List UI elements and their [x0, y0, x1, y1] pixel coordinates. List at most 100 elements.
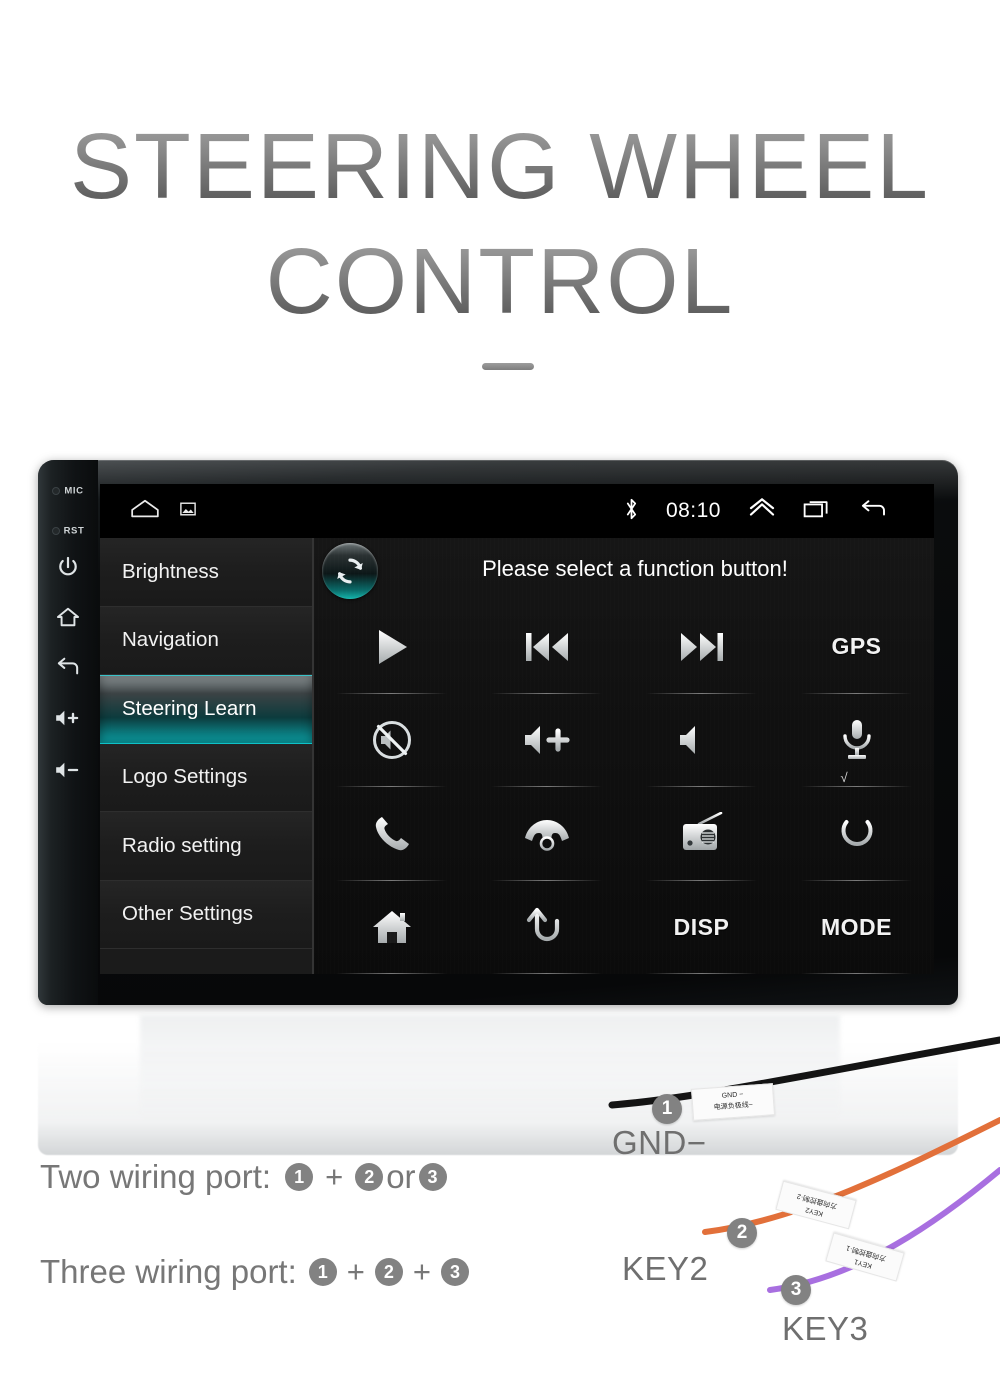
sync-refresh-button[interactable] — [322, 543, 378, 599]
bezel-back-button[interactable] — [38, 656, 98, 678]
two-port-badge-3: 3 — [418, 1163, 447, 1191]
volume-up-button[interactable] — [469, 694, 624, 788]
screen-content: Brightness Navigation Steering Learn Log… — [100, 538, 934, 974]
volume-down-icon — [56, 762, 79, 778]
mic-hole-icon — [52, 486, 61, 495]
mic-port: MIC — [38, 482, 98, 500]
next-icon — [680, 632, 723, 661]
two-port-badge-2: 2 — [355, 1163, 384, 1191]
volume-down-icon — [679, 726, 725, 755]
back-button[interactable] — [469, 881, 624, 975]
volume-up-icon — [56, 710, 79, 726]
device-screen: 08:10 Brightness Navigation Steering Lea… — [100, 484, 934, 974]
microphone-button[interactable]: √ — [779, 694, 934, 788]
three-wiring-port-row: Three wiring port: 1 + 2 + 3 — [40, 1253, 469, 1291]
sidebar-item-label: Steering Learn — [122, 697, 257, 721]
two-wiring-port-row: Two wiring port: 1 + 2 or 3 — [40, 1158, 447, 1196]
sidebar-item-label: Brightness — [122, 559, 219, 583]
two-port-operator-1: + — [325, 1159, 344, 1194]
sidebar-item-logo-settings[interactable]: Logo Settings — [100, 743, 312, 812]
wire-number-2: 2 — [727, 1218, 757, 1248]
power-button[interactable] — [779, 787, 934, 881]
device-body: MIC RST 08:10 Brightness Navigation Stee… — [38, 460, 958, 1005]
back-icon — [526, 908, 559, 942]
panel-message: Please select a function button! — [482, 556, 788, 581]
mode-button[interactable]: MODE — [779, 881, 934, 975]
hangup-button[interactable] — [469, 787, 624, 881]
volume-down-button[interactable] — [624, 694, 779, 788]
mute-icon — [372, 721, 411, 760]
wire-label-gnd: GND− — [612, 1124, 707, 1161]
sidebar-item-label: Other Settings — [122, 902, 254, 926]
bezel-home-button[interactable] — [38, 606, 98, 628]
power-icon — [841, 813, 872, 846]
android-status-bar: 08:10 — [100, 484, 934, 538]
home-icon — [56, 607, 80, 627]
bezel-power-button[interactable] — [38, 556, 98, 580]
reset-label: RST — [63, 525, 85, 537]
play-icon — [378, 629, 407, 664]
previous-button[interactable] — [469, 600, 624, 694]
back-icon — [57, 657, 79, 675]
home-button[interactable] — [314, 881, 469, 975]
three-port-badge-3: 3 — [440, 1258, 469, 1286]
volume-up-icon — [524, 726, 570, 755]
bezel-volume-up-button[interactable] — [38, 708, 98, 728]
reset-port[interactable]: RST — [38, 522, 98, 540]
car-radio-device: MIC RST 08:10 Brightness Navigation Stee… — [0, 455, 1000, 1155]
function-button-grid: GPS √ DISP MODE — [314, 600, 934, 974]
left-bezel: MIC RST — [38, 460, 98, 1005]
sidebar-item-navigation[interactable]: Navigation — [100, 606, 312, 675]
settings-sidebar: Brightness Navigation Steering Learn Log… — [100, 538, 312, 974]
statusbar-back-icon[interactable] — [858, 498, 888, 525]
chevron-up-icon[interactable] — [748, 497, 776, 525]
sidebar-item-label: Logo Settings — [122, 765, 248, 789]
page-title-line2: CONTROL — [0, 225, 1000, 337]
radio-button[interactable] — [624, 787, 779, 881]
title-divider — [482, 363, 534, 370]
wire-label-key2: KEY2 — [622, 1250, 709, 1287]
three-wiring-port-text: Three wiring port: — [40, 1253, 297, 1290]
sidebar-item-other-settings[interactable]: Other Settings — [100, 880, 312, 949]
bluetooth-icon — [624, 497, 639, 526]
mute-button[interactable] — [314, 694, 469, 788]
sidebar-item-brightness[interactable]: Brightness — [100, 538, 312, 607]
status-clock: 08:10 — [665, 499, 721, 522]
gps-button[interactable]: GPS — [779, 600, 934, 694]
home-icon — [372, 911, 411, 944]
statusbar-home-icon[interactable] — [130, 498, 160, 525]
three-port-operator-2: + — [412, 1254, 431, 1289]
sidebar-item-radio-setting[interactable]: Radio setting — [100, 812, 312, 881]
three-port-operator-1: + — [346, 1254, 365, 1289]
power-icon — [59, 556, 77, 576]
call-button[interactable] — [314, 787, 469, 881]
recents-icon[interactable] — [803, 498, 831, 525]
two-port-operator-2: or — [386, 1158, 416, 1195]
wire-label-key3: KEY3 — [782, 1310, 869, 1347]
two-port-badge-1: 1 — [285, 1163, 314, 1191]
sidebar-item-label: Radio setting — [122, 833, 242, 857]
bezel-volume-down-button[interactable] — [38, 760, 98, 780]
three-port-badge-1: 1 — [308, 1258, 337, 1286]
phone-hangup-icon — [524, 819, 569, 851]
play-button[interactable] — [314, 600, 469, 694]
reset-hole-icon[interactable] — [51, 526, 60, 535]
disp-label: DISP — [673, 913, 730, 940]
statusbar-screenshot-icon[interactable] — [180, 501, 196, 522]
next-button[interactable] — [624, 600, 779, 694]
mode-label: MODE — [821, 913, 892, 940]
wiring-diagram: GND − 电源负极线− KEY2 方向盘控制·2 KEY1 方向盘控制·1 C… — [0, 1010, 1000, 1393]
sync-refresh-icon — [337, 558, 363, 584]
steering-learn-panel: Please select a function button! GPS √ D… — [312, 538, 934, 974]
two-wiring-port-text: Two wiring port: — [40, 1158, 272, 1195]
wire-tag-gnd: GND − 电源负极线− — [690, 1083, 776, 1121]
sidebar-item-label: Navigation — [122, 628, 219, 652]
three-port-badge-2: 2 — [374, 1258, 403, 1286]
mic-label: MIC — [64, 485, 84, 497]
panel-header: Please select a function button! — [314, 538, 934, 600]
page-title-line1: STEERING WHEEL — [0, 110, 1000, 222]
disp-button[interactable]: DISP — [624, 881, 779, 975]
page-header: STEERING WHEEL CONTROL — [0, 0, 1000, 440]
sidebar-item-steering-learn[interactable]: Steering Learn — [100, 675, 312, 744]
radio-icon — [682, 811, 722, 850]
